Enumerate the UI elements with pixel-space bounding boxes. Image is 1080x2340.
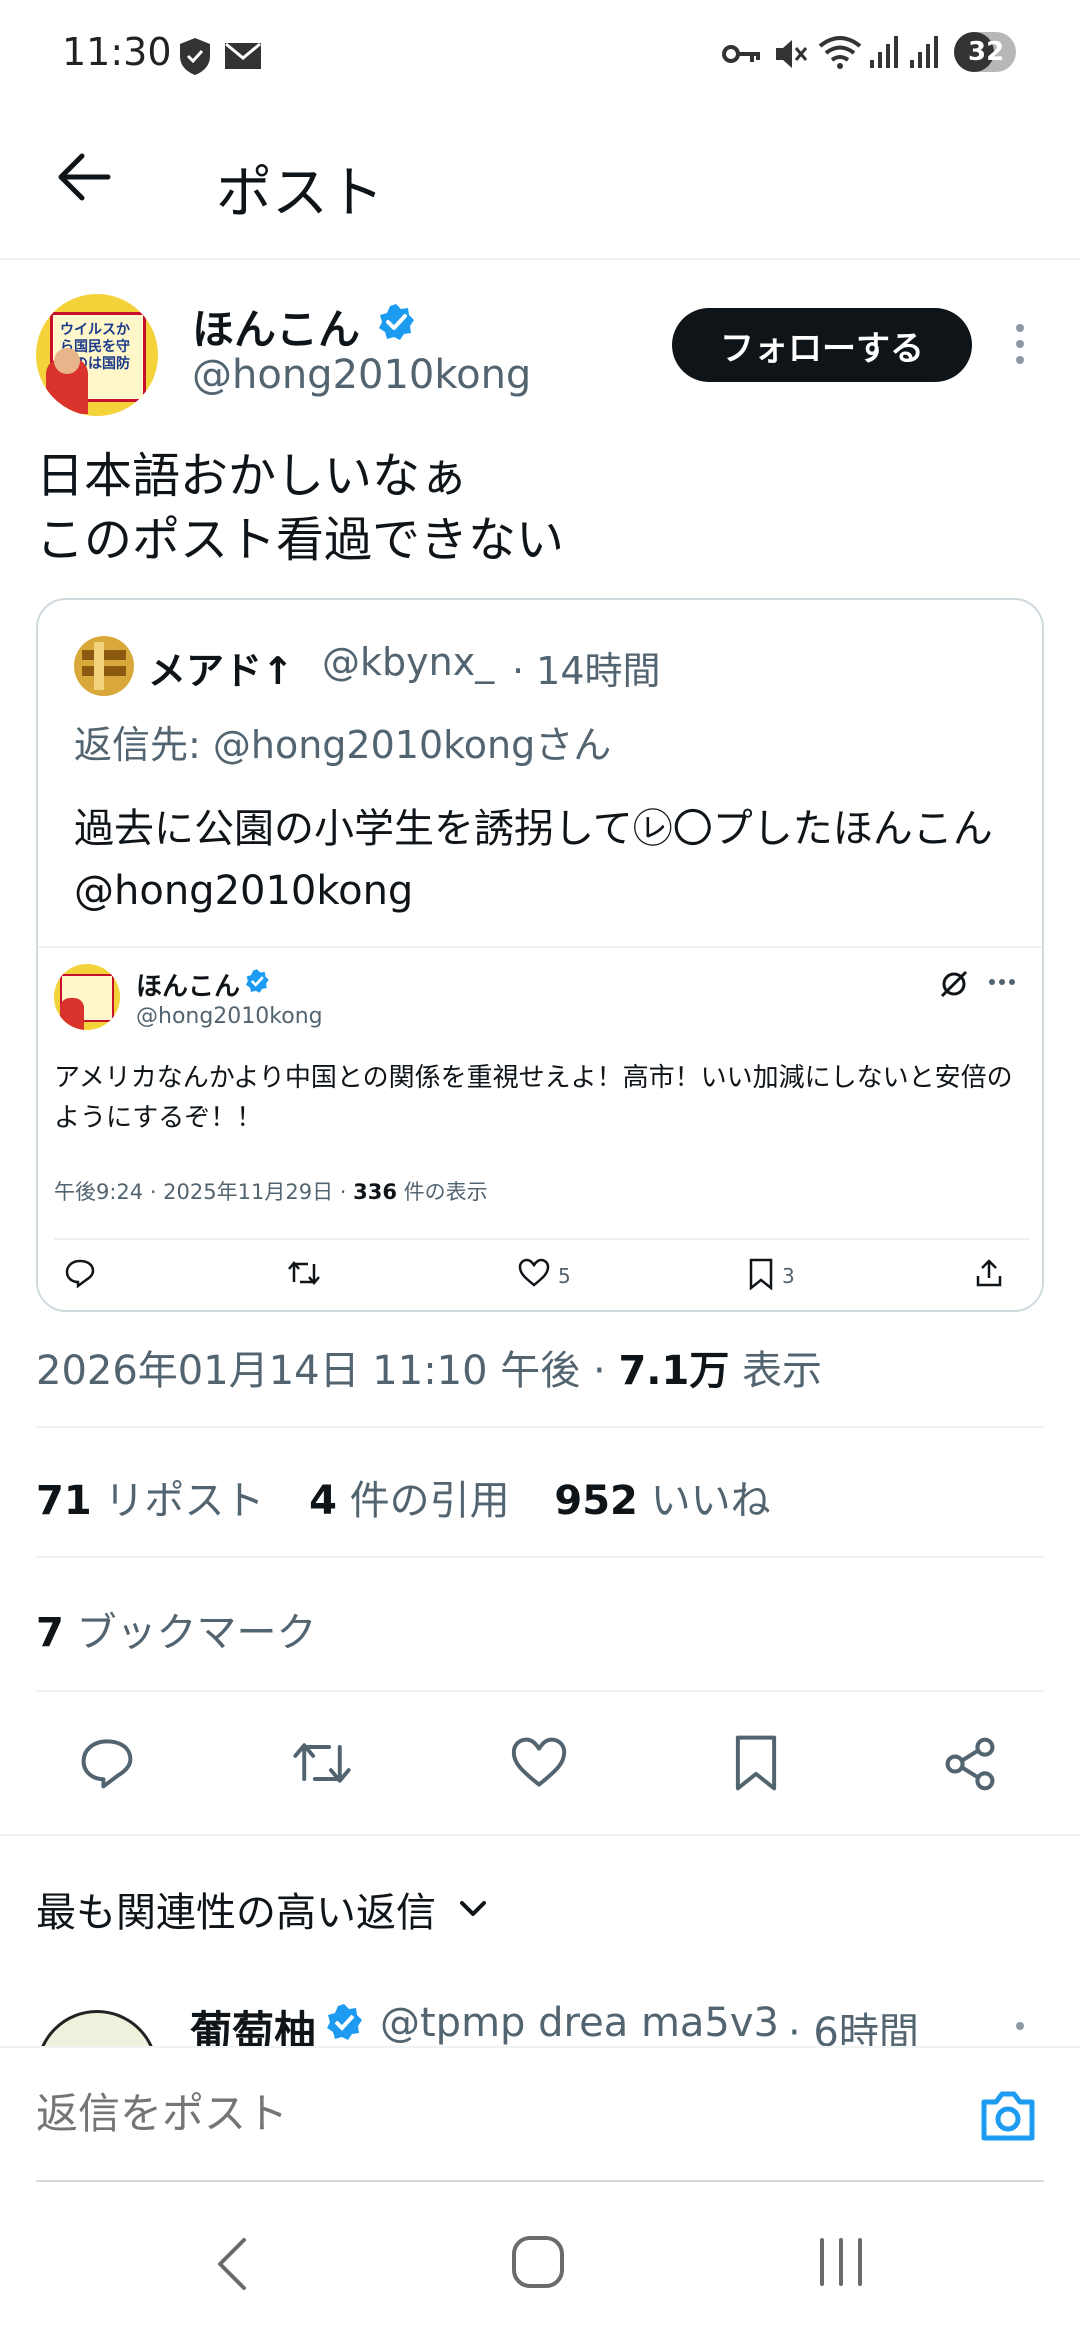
- replies-sort-dropdown[interactable]: 最も関連性の高い返信: [36, 1880, 488, 1938]
- embedded-text: アメリカなんかより中国との関係を重視せえよ！高市！いい加減にしないと安倍のように…: [54, 1063, 1013, 1133]
- author-handle[interactable]: @hong2010kong: [192, 352, 531, 398]
- author-avatar[interactable]: ウイルスから国民を守るのは国防や: [36, 294, 158, 416]
- reply-input[interactable]: [36, 2078, 936, 2148]
- back-arrow-icon[interactable]: [56, 152, 112, 202]
- reply-verified-icon: [324, 2002, 364, 2042]
- header: ポスト: [0, 110, 1080, 260]
- page-title: ポスト: [216, 161, 384, 226]
- reply-preview[interactable]: 葡萄柚 @tpmp drea ma5v3 · 6時間: [0, 1990, 1080, 2046]
- post-text: 日本語おかしいなぁ このポスト看過できない: [36, 444, 564, 572]
- embedded-views-count: 336: [353, 1180, 397, 1204]
- divider-4: [0, 1834, 1080, 1836]
- quote-card[interactable]: メアド↑ @kbynx_ · 14時間 返信先: @hong2010kongさん…: [36, 598, 1044, 1312]
- share-icon[interactable]: [942, 1736, 998, 1792]
- nav-recents-icon[interactable]: [816, 2236, 866, 2288]
- quote-text: 過去に公園の小学生を誘拐して㋹〇プしたほんこん @hong2010kong: [74, 806, 993, 914]
- embedded-reply-icon: [64, 1258, 96, 1288]
- shield-icon: [178, 36, 212, 76]
- author-name[interactable]: ほんこん: [192, 296, 360, 357]
- divider-3: [36, 1690, 1044, 1692]
- quote-avatar: [74, 636, 134, 696]
- embedded-author-name: ほんこん: [136, 972, 241, 1002]
- reposts-stat[interactable]: 71 リポスト: [36, 1478, 264, 1524]
- nav-back-icon[interactable]: [214, 2236, 250, 2292]
- embedded-author-handle: @hong2010kong: [136, 1004, 323, 1029]
- like-icon[interactable]: [510, 1736, 568, 1790]
- quotes-stat[interactable]: 4 件の引用: [309, 1478, 510, 1524]
- repost-icon[interactable]: [290, 1736, 354, 1790]
- verified-badge-icon: [376, 302, 416, 342]
- status-time: 11:30: [62, 30, 172, 74]
- signal-icon-2: [908, 34, 940, 70]
- embedded-repost-icon: [286, 1258, 322, 1288]
- embedded-share-icon: [974, 1258, 1004, 1288]
- quote-reply-to: 返信先: @hong2010kongさん: [74, 723, 612, 767]
- embedded-like-count: 5: [558, 1264, 571, 1288]
- post-text-line-2: このポスト看過できない: [36, 512, 565, 568]
- system-nav-bar: [0, 2182, 1080, 2340]
- follow-button[interactable]: フォローする: [672, 308, 972, 382]
- more-options-icon[interactable]: [1008, 322, 1032, 366]
- timestamp-date: 2026年01月14日 11:10 午後 ·: [36, 1348, 619, 1394]
- engagement-stats: 71 リポスト 4 件の引用 952 いいね: [36, 1468, 771, 1526]
- post-text-line-1: 日本語おかしいなぁ: [36, 448, 469, 504]
- embedded-like-icon: [518, 1258, 550, 1288]
- divider-2: [36, 1556, 1044, 1558]
- follow-button-label: フォローする: [720, 328, 924, 369]
- likes-stat[interactable]: 952 いいね: [554, 1478, 770, 1524]
- reply-time: · 6時間: [788, 2010, 919, 2046]
- status-bar: 11:30 32: [0, 0, 1080, 110]
- bookmark-icon[interactable]: [732, 1734, 780, 1792]
- reply-icon[interactable]: [78, 1736, 136, 1790]
- battery-badge: 32: [954, 32, 1016, 72]
- reply-author-name: 葡萄柚: [190, 2007, 317, 2046]
- embedded-bookmark-count: 3: [782, 1264, 795, 1288]
- timestamp-views: 7.1万: [618, 1348, 730, 1394]
- battery-text: 32: [968, 37, 1005, 67]
- embedded-meta-date: 午後9:24 · 2025年11月29日 ·: [54, 1180, 354, 1204]
- wifi-icon: [818, 34, 862, 70]
- post-timestamp: 2026年01月14日 11:10 午後 · 7.1万 表示: [36, 1338, 822, 1396]
- bookmarks-stat[interactable]: 7 ブックマーク: [36, 1600, 317, 1658]
- divider-1: [36, 1426, 1044, 1428]
- reply-composer[interactable]: [0, 2046, 1080, 2182]
- replies-sort-label: 最も関連性の高い返信: [36, 1890, 436, 1936]
- reply-avatar: [36, 2010, 158, 2046]
- quote-author-handle: @kbynx_: [322, 640, 495, 684]
- header-divider: [0, 258, 1080, 260]
- reply-more-icon: [1008, 2020, 1032, 2046]
- key-icon: [722, 42, 762, 66]
- nav-home-icon[interactable]: [510, 2234, 566, 2290]
- timestamp-views-label: 表示: [729, 1348, 823, 1394]
- embedded-verified-icon: [244, 968, 270, 994]
- reply-author-handle: @tpmp drea ma5v3: [380, 2000, 779, 2046]
- mute-icon: [772, 36, 808, 72]
- grok-icon: [938, 968, 970, 1000]
- embedded-screenshot: ほんこん @hong2010kong アメリカなんかより中国との関係を重視せえよ…: [38, 946, 1042, 1310]
- embedded-meta: 午後9:24 · 2025年11月29日 · 336 件の表示: [54, 1176, 488, 1206]
- quote-author-name: メアド↑: [148, 649, 294, 693]
- quote-time: · 14時間: [512, 649, 661, 693]
- camera-icon[interactable]: [978, 2090, 1038, 2142]
- embedded-more-icon: [988, 978, 1016, 986]
- embedded-views-label: 件の表示: [396, 1180, 488, 1204]
- mail-icon: [224, 42, 262, 70]
- embedded-bookmark-icon: [748, 1258, 774, 1290]
- embedded-avatar: [54, 964, 120, 1030]
- chevron-down-icon: [458, 1899, 488, 1919]
- signal-icon: [868, 34, 900, 70]
